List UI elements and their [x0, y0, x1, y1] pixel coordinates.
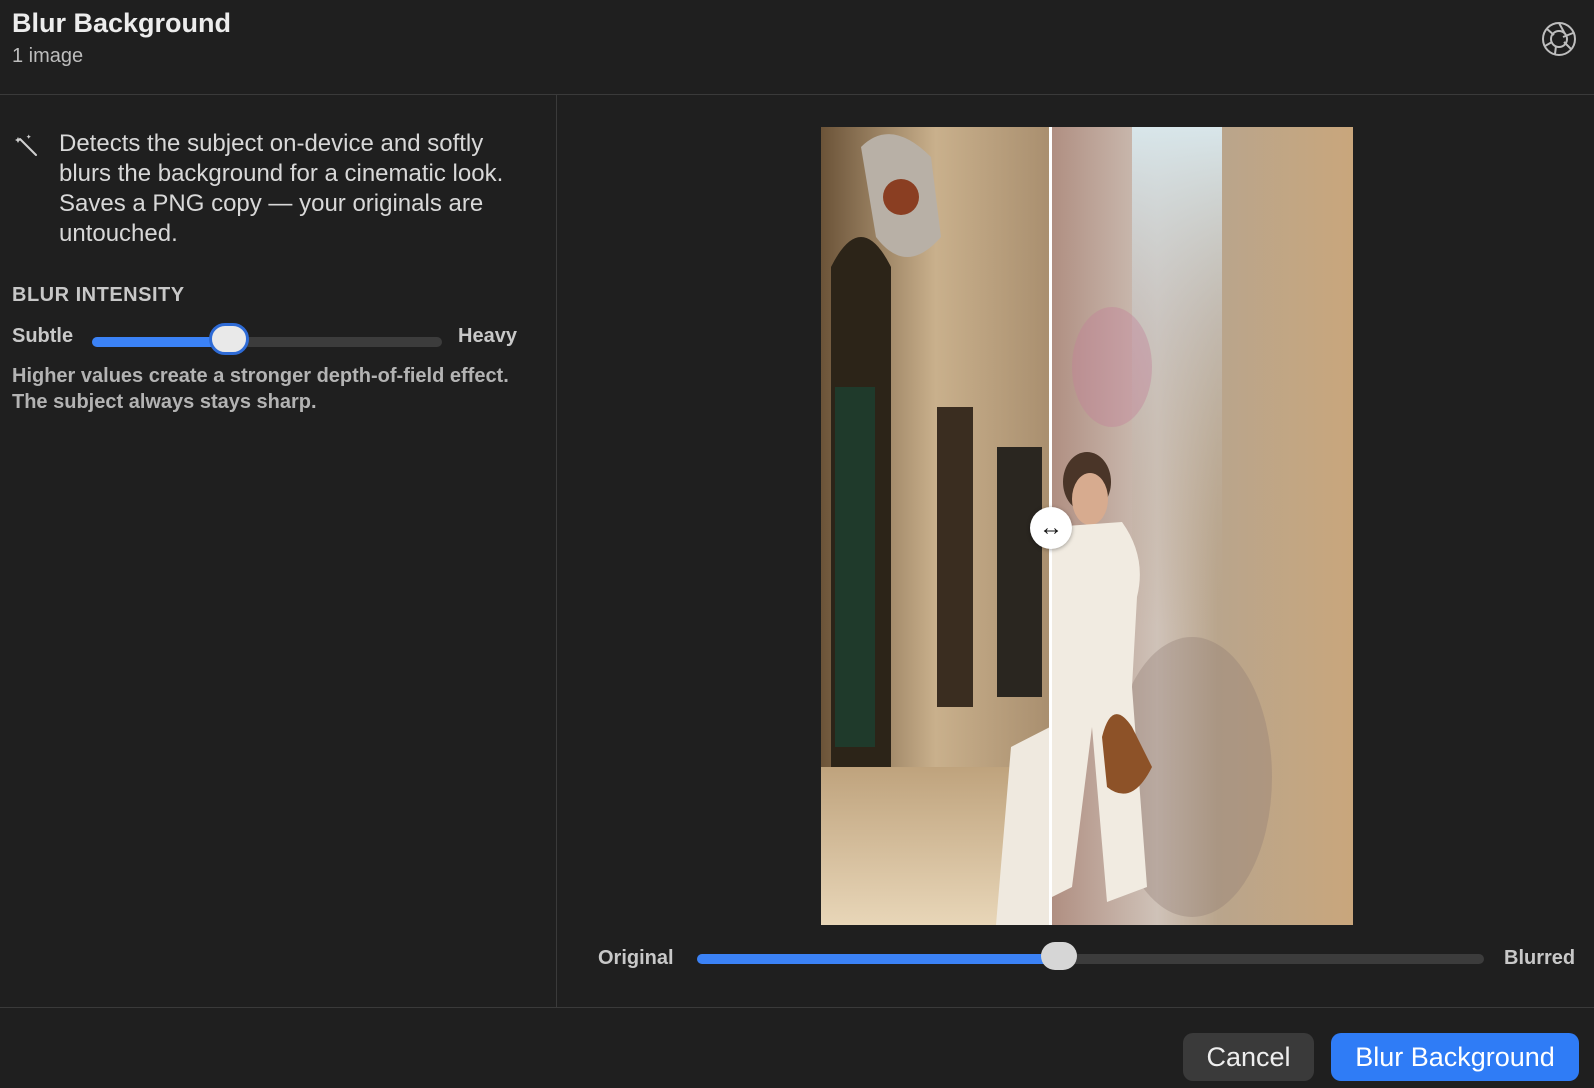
settings-sidebar: Detects the subject on-device and softly… [0, 95, 557, 1007]
compare-slider[interactable] [697, 942, 1484, 971]
slider-thumb[interactable] [208, 323, 249, 355]
image-count: 1 image [12, 45, 84, 67]
compare-thumb[interactable] [1041, 942, 1078, 970]
left-right-arrow-icon[interactable]: ↔ [1030, 507, 1072, 549]
magic-wand-icon [15, 134, 37, 156]
cancel-button[interactable]: Cancel [1183, 1033, 1314, 1081]
preview-panel: ↔ Original Blurred [557, 95, 1594, 1007]
blurred-image-half [1052, 127, 1353, 925]
compare-left-label: Original [598, 947, 674, 969]
compare-fill [697, 954, 1060, 964]
dialog-footer: Cancel Blur Background [0, 1007, 1594, 1088]
compare-right-label: Blurred [1504, 947, 1576, 969]
blur-intensity-label: BLUR INTENSITY [12, 284, 185, 306]
blur-intensity-slider[interactable] [92, 323, 442, 355]
description-text: Detects the subject on-device and softly… [59, 130, 504, 247]
original-image-half [821, 127, 1050, 925]
intensity-help-text: Higher values create a stronger depth-of… [12, 365, 509, 413]
dialog-header: Blur Background 1 image [0, 0, 1594, 95]
preview-image: ↔ [821, 127, 1353, 925]
intensity-min-label: Subtle [12, 325, 74, 347]
dialog-title: Blur Background [12, 8, 232, 38]
blur-background-button[interactable]: Blur Background [1331, 1033, 1579, 1081]
aperture-icon[interactable] [1540, 20, 1578, 58]
intensity-max-label: Heavy [458, 325, 517, 347]
